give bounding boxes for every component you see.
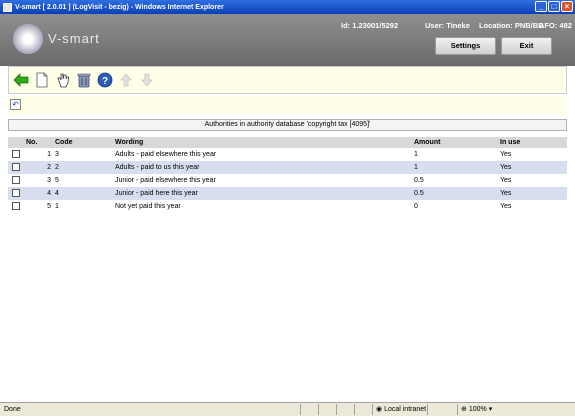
table-row[interactable]: 2 2 Adults - paid to us this year 1 Yes <box>8 161 567 174</box>
row-in-use: Yes <box>498 161 567 174</box>
row-code: 1 <box>55 203 59 210</box>
authorities-table: No. Code Wording Amount In use 1 3 Adult… <box>8 137 567 213</box>
zoom-icon: ⊕ <box>461 406 467 413</box>
location-label: Location: PNB/BD <box>479 21 544 30</box>
trash-icon[interactable] <box>75 71 93 89</box>
exit-button[interactable]: Exit <box>501 37 552 55</box>
row-no: 3 <box>47 177 51 184</box>
sub-toolbar: ↶ <box>8 96 567 114</box>
refresh-icon[interactable]: ↶ <box>10 99 21 110</box>
row-wording: Adults - paid elsewhere this year <box>115 151 217 159</box>
row-no: 4 <box>24 187 53 200</box>
window-title: V-smart [ 2.0.01 ] (LogVisit - bezig) - … <box>15 3 224 11</box>
in-use-column-header[interactable]: In use <box>498 137 567 149</box>
row-wording: Adults - paid to us this year <box>113 161 412 174</box>
amount-column-header[interactable]: Amount <box>412 137 498 149</box>
row-no: 5 <box>47 203 51 210</box>
afo-label: AFO: 482 <box>539 21 572 30</box>
globe-icon: ◉ <box>376 406 383 413</box>
table-row[interactable]: 5 1 Not yet paid this year 0 Yes <box>8 200 567 213</box>
maximize-button[interactable]: □ <box>548 1 560 12</box>
table-row[interactable]: 1 3 Adults - paid elsewhere this year 1 … <box>8 148 567 161</box>
table-row[interactable]: 4 4 Junior - paid here this year 0.5 Yes <box>8 187 567 200</box>
row-amount: 0 <box>414 203 418 210</box>
row-amount: 0.5 <box>412 187 498 200</box>
row-no: 1 <box>47 151 51 159</box>
row-wording: Not yet paid this year <box>115 203 181 210</box>
row-checkbox[interactable] <box>12 149 20 158</box>
row-checkbox[interactable] <box>12 175 20 184</box>
table-caption: Authorities in authority database 'copyr… <box>8 119 567 131</box>
minimize-button[interactable]: _ <box>535 1 547 12</box>
row-in-use: Yes <box>500 151 512 159</box>
code-column-header[interactable]: Code <box>53 137 113 149</box>
down-arrow-icon <box>138 71 156 89</box>
window-titlebar: V-smart [ 2.0.01 ] (LogVisit - bezig) - … <box>0 0 575 14</box>
chevron-down-icon: ▾ <box>488 406 493 413</box>
user-label: User: Tineke <box>425 21 470 30</box>
zone-label: Local intranet <box>384 406 427 413</box>
wording-column-header[interactable]: Wording <box>113 137 412 149</box>
row-in-use: Yes <box>498 187 567 200</box>
row-code: 4 <box>53 187 113 200</box>
security-status <box>427 404 457 415</box>
status-segment <box>336 404 354 415</box>
hand-select-icon[interactable] <box>54 71 72 89</box>
zoom-label: 100% <box>468 406 487 413</box>
row-amount: 1 <box>414 151 418 159</box>
row-checkbox[interactable] <box>12 162 20 171</box>
toolbar: ? <box>8 66 567 94</box>
row-checkbox[interactable] <box>12 188 20 197</box>
row-in-use: Yes <box>500 203 512 210</box>
row-code: 5 <box>55 177 59 184</box>
status-bar: Done ◉ Local intranet ⊕ 100% ▾ <box>0 402 575 416</box>
app-logo-text: V-smart <box>48 31 100 46</box>
close-button[interactable]: × <box>561 1 573 12</box>
row-code: 3 <box>55 151 59 159</box>
app-header: V-smart Id: 1.23001/5292 User: Tineke Lo… <box>0 14 575 66</box>
no-column-header[interactable]: No. <box>24 137 53 149</box>
status-segment <box>354 404 372 415</box>
help-icon[interactable]: ? <box>96 71 114 89</box>
status-segment <box>300 404 318 415</box>
table-row[interactable]: 3 5 Junior - paid elsewhere this year 0.… <box>8 174 567 187</box>
row-checkbox[interactable] <box>12 201 20 210</box>
status-segment <box>318 404 336 415</box>
svg-text:?: ? <box>102 76 108 87</box>
zone-status: ◉ Local intranet <box>372 404 427 415</box>
table-header-row: No. Code Wording Amount In use <box>8 137 567 149</box>
vsmart-logo-icon <box>13 24 43 54</box>
row-amount: 1 <box>412 161 498 174</box>
zoom-control[interactable]: ⊕ 100% ▾ <box>457 404 497 415</box>
ie-app-icon <box>3 2 12 12</box>
row-wording: Junior - paid elsewhere this year <box>115 177 216 184</box>
row-wording: Junior - paid here this year <box>113 187 412 200</box>
row-in-use: Yes <box>500 177 512 184</box>
row-code: 2 <box>53 161 113 174</box>
row-no: 2 <box>24 161 53 174</box>
row-amount: 0.5 <box>414 177 424 184</box>
id-label: Id: 1.23001/5292 <box>341 21 399 30</box>
status-text: Done <box>4 406 21 413</box>
back-arrow-icon[interactable] <box>12 71 30 89</box>
settings-button[interactable]: Settings <box>435 37 496 55</box>
new-document-icon[interactable] <box>33 71 51 89</box>
select-column-header <box>8 137 24 149</box>
up-arrow-icon <box>117 71 135 89</box>
